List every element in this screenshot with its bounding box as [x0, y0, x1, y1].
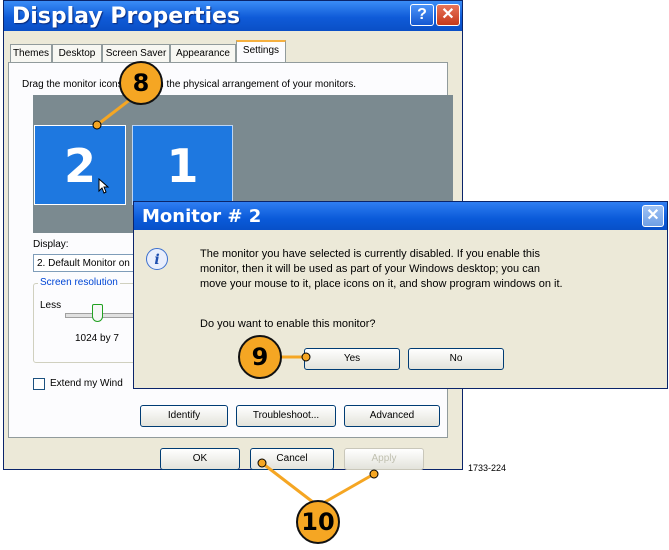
callout-10-dot-a — [257, 458, 267, 468]
callout-8: 8 — [119, 61, 163, 105]
figure-id: 1733-224 — [468, 463, 507, 473]
callout-10: 10 — [296, 500, 340, 544]
callout-9: 9 — [238, 335, 282, 379]
callout-9-dot — [301, 352, 311, 362]
callout-10-leader-a — [261, 461, 319, 508]
callout-10-dot-b — [369, 469, 379, 479]
callout-8-dot — [92, 120, 102, 130]
callout-leaders — [92, 90, 379, 508]
